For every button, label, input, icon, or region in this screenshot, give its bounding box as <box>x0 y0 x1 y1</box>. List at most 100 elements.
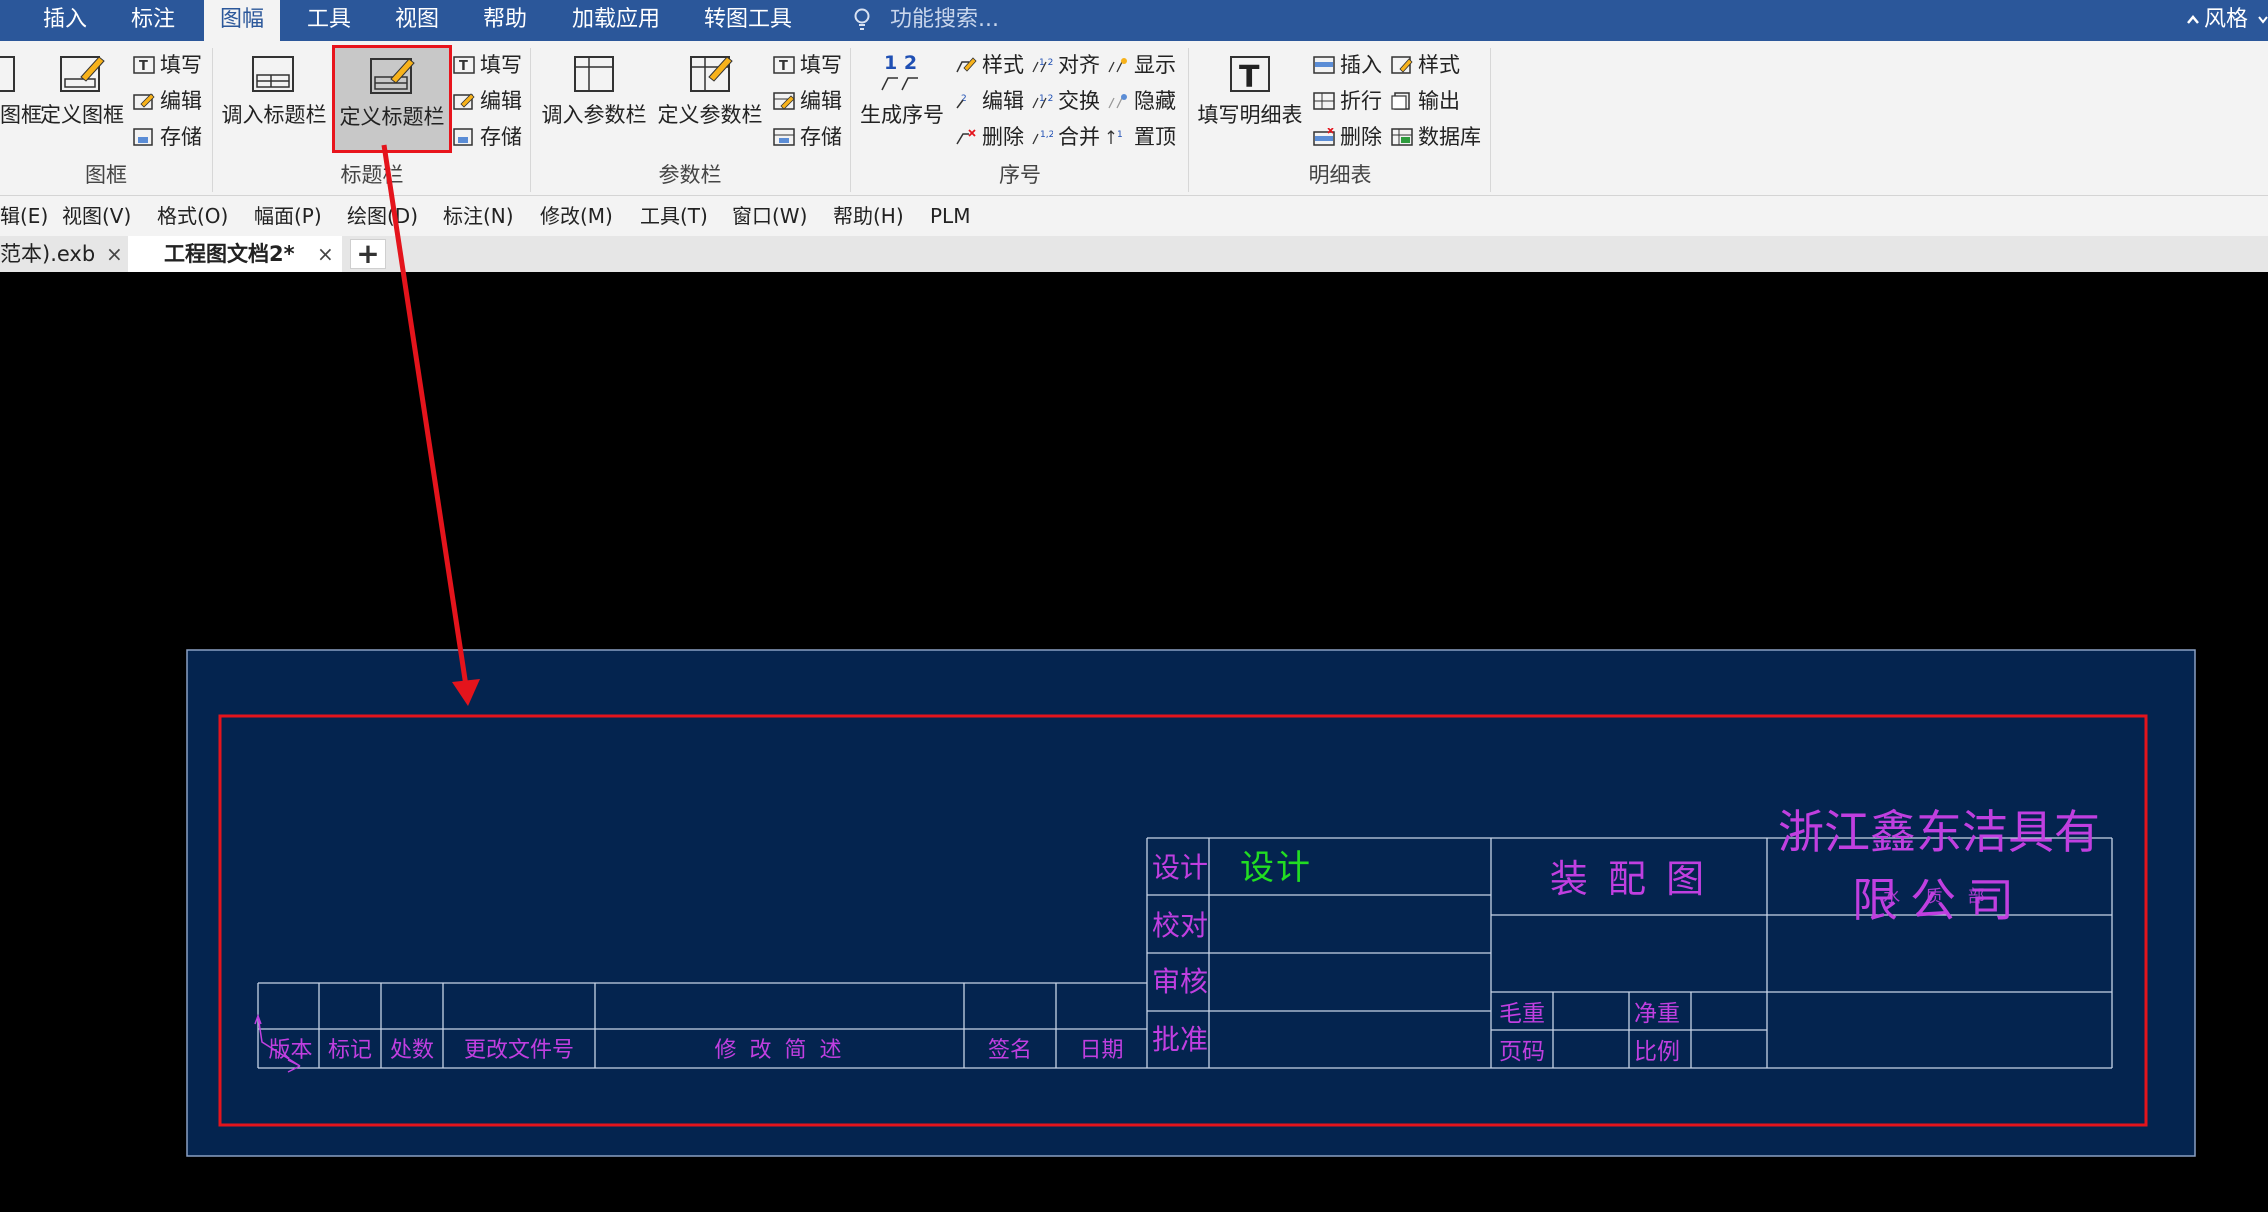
menu-tools[interactable]: 工具(T) <box>640 196 708 236</box>
close-tab-icon[interactable]: × <box>106 236 123 272</box>
sequence-number-icon: 1 2 <box>854 46 950 97</box>
menu-window[interactable]: 窗口(W) <box>732 196 807 236</box>
feature-search-input[interactable]: 功能搜索... <box>890 0 1010 41</box>
database-icon <box>1391 128 1413 146</box>
parambar-fill-button[interactable]: T 填写 <box>770 50 842 80</box>
define-parambar-icon <box>690 56 733 92</box>
load-titlebar-button[interactable]: 调入标题栏 <box>216 46 332 152</box>
frame-partial-button[interactable]: 图框 <box>0 46 42 152</box>
tab-sheet[interactable]: 图幅 <box>204 0 280 41</box>
menu-draw[interactable]: 绘图(D) <box>347 196 418 236</box>
seq-show-button[interactable]: 显示 <box>1104 50 1176 80</box>
tab-view[interactable]: 视图 <box>382 0 452 41</box>
load-parambar-icon <box>574 56 614 92</box>
menu-edit[interactable]: 辑(E) <box>0 196 48 236</box>
svg-text:T: T <box>139 59 148 74</box>
fill-table-icon: T <box>1230 56 1270 95</box>
group-label-parambar: 参数栏 <box>658 163 722 187</box>
seq-merge-button[interactable]: 1,2 合并 <box>1028 122 1100 152</box>
generate-sequence-button[interactable]: 1 2 生成序号 <box>854 46 950 152</box>
group-label-sequence: 序号 <box>999 163 1041 187</box>
menu-help[interactable]: 帮助(H) <box>833 196 904 236</box>
swap-icon: 1 2 <box>1032 94 1053 109</box>
seq-style-button[interactable]: 样式 <box>952 50 1024 80</box>
menu-format[interactable]: 格式(O) <box>157 196 228 236</box>
group-label-bom: 明细表 <box>1308 163 1372 187</box>
menu-modify[interactable]: 修改(M) <box>540 196 613 236</box>
tab-insert[interactable]: 插入 <box>30 0 100 41</box>
edit-icon <box>133 93 155 110</box>
seq-swap-button[interactable]: 1 2 交换 <box>1028 86 1100 116</box>
titlebar-fill-button[interactable]: T 填写 <box>450 50 522 80</box>
edit-icon <box>453 93 475 110</box>
titlebar-save-button[interactable]: 存储 <box>450 122 522 152</box>
menu-view[interactable]: 视图(V) <box>62 196 131 236</box>
define-titlebar-button[interactable]: 定义标题栏 <box>332 45 452 153</box>
seq-align-button[interactable]: 1 2 对齐 <box>1028 50 1100 80</box>
define-frame-button[interactable]: 定义图框 <box>36 46 128 152</box>
menu-annotate[interactable]: 标注(N) <box>443 196 514 236</box>
seq-top-button[interactable]: 1 置顶 <box>1104 122 1176 152</box>
titlebar-edit-button[interactable]: 编辑 <box>450 86 522 116</box>
group-label-frame: 图框 <box>85 163 127 187</box>
export-icon <box>1391 92 1410 110</box>
svg-text:T: T <box>1239 60 1260 95</box>
seq-hide-button[interactable]: 隐藏 <box>1104 86 1176 116</box>
menu-plm[interactable]: PLM <box>930 196 970 236</box>
save-icon <box>133 128 153 146</box>
bom-fold-button[interactable]: 折行 <box>1310 86 1382 116</box>
table-style-icon <box>1391 56 1413 74</box>
svg-text:1,2: 1,2 <box>1040 130 1053 140</box>
bring-to-top-icon: 1 <box>1107 130 1123 144</box>
edit-icon <box>773 92 795 110</box>
insert-row-icon <box>1313 56 1335 74</box>
menu-bar: 辑(E) 视图(V) 格式(O) 幅面(P) 绘图(D) 标注(N) 修改(M)… <box>0 196 2268 236</box>
delete-icon <box>956 129 976 145</box>
group-label-titlebar: 标题栏 <box>340 163 404 187</box>
tab-convert-tools[interactable]: 转图工具 <box>692 0 804 41</box>
bom-export-button[interactable]: 输出 <box>1388 86 1460 116</box>
frame-edit-button[interactable]: 编辑 <box>130 86 202 116</box>
seq-delete-button[interactable]: 删除 <box>952 122 1024 152</box>
plus-icon: + <box>356 237 380 270</box>
seq-edit-button[interactable]: 2 编辑 <box>952 86 1024 116</box>
bom-insert-button[interactable]: 插入 <box>1310 50 1382 80</box>
close-tab-icon[interactable]: × <box>317 236 334 272</box>
bom-delete-button[interactable]: 删除 <box>1310 122 1382 152</box>
frame-fill-button[interactable]: T 填写 <box>130 50 202 80</box>
frame-save-button[interactable]: 存储 <box>130 122 202 152</box>
fill-text-icon: T <box>453 56 475 74</box>
ribbon-tab-bar: 插入 标注 图幅 工具 视图 帮助 加载应用 转图工具 功能搜索... 风格 <box>0 0 2268 41</box>
tab-help[interactable]: 帮助 <box>470 0 540 41</box>
define-frame-icon <box>60 56 105 92</box>
lightbulb-icon <box>850 6 874 34</box>
drawing-sheet <box>186 649 2196 1157</box>
save-icon <box>773 128 795 146</box>
new-tab-button[interactable]: + <box>350 239 386 269</box>
fill-bom-button[interactable]: T 填写明细表 <box>1192 46 1308 152</box>
delete-row-icon <box>1313 128 1335 146</box>
drawing-canvas[interactable]: ▲ ▲ ◆ ◆ 设计 校对 审核 批准 设计 校对 审核 批准 设计 装 配 图… <box>0 272 2268 1212</box>
style-menu[interactable]: 风格 <box>2204 0 2256 41</box>
parambar-save-button[interactable]: 存储 <box>770 122 842 152</box>
hide-icon <box>1108 94 1127 109</box>
doc-tab-drawing-2[interactable]: 工程图文档2* <box>128 236 342 272</box>
fold-row-icon <box>1313 92 1335 110</box>
svg-text:T: T <box>779 59 788 74</box>
chevron-down-icon[interactable] <box>2258 12 2268 28</box>
parambar-edit-button[interactable]: 编辑 <box>770 86 842 116</box>
edit-icon: 2 <box>956 94 967 109</box>
bom-style-button[interactable]: 样式 <box>1388 50 1460 80</box>
tab-tools[interactable]: 工具 <box>294 0 364 41</box>
tab-annotate[interactable]: 标注 <box>118 0 188 41</box>
load-titlebar-icon <box>252 56 294 92</box>
svg-text:1: 1 <box>1117 130 1123 140</box>
menu-sheet[interactable]: 幅面(P) <box>254 196 322 236</box>
define-parambar-button[interactable]: 定义参数栏 <box>652 46 768 152</box>
show-icon <box>1108 58 1127 73</box>
load-parambar-button[interactable]: 调入参数栏 <box>536 46 652 152</box>
caret-up-icon[interactable] <box>2186 10 2200 30</box>
drawing-svg: ▲ ▲ ◆ ◆ 设计 校对 审核 批准 <box>186 649 2196 1157</box>
tab-addins[interactable]: 加载应用 <box>560 0 672 41</box>
bom-database-button[interactable]: 数据库 <box>1388 122 1481 152</box>
